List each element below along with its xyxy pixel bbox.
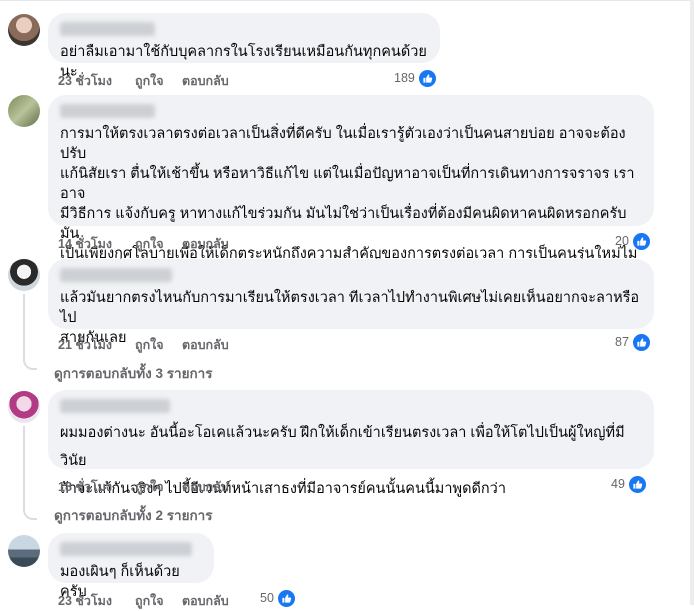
reply-button[interactable]: ตอบกลับ: [182, 335, 229, 355]
thread-connector: [23, 506, 37, 520]
reaction-count: 20: [615, 234, 629, 248]
thread-line: [23, 426, 25, 506]
reaction-count: 189: [394, 71, 415, 85]
comment-text: อย่าลืมเอามาใช้กับบุคลากรในโรงเรียนเหมือ…: [60, 44, 427, 80]
like-thumbs-up-icon: [627, 474, 647, 494]
scrollbar-track[interactable]: [690, 0, 694, 605]
avatar[interactable]: [8, 535, 40, 567]
reaction-summary[interactable]: 87: [615, 332, 651, 352]
reaction-summary[interactable]: 20: [615, 231, 651, 251]
reply-button[interactable]: ตอบกลับ: [182, 591, 229, 611]
author-name-blurred[interactable]: [60, 104, 155, 118]
like-button[interactable]: ถูกใจ: [135, 477, 164, 497]
like-button[interactable]: ถูกใจ: [135, 335, 164, 355]
comment-bubble: มองเผินๆ ก็เห็นด้วยครับ: [48, 533, 214, 600]
avatar[interactable]: [8, 259, 40, 291]
author-name-blurred[interactable]: [60, 399, 170, 413]
avatar[interactable]: [8, 14, 40, 46]
thread-connector: [23, 356, 37, 370]
view-replies-link[interactable]: ดูการตอบกลับทั้ง 2 รายการ: [54, 504, 212, 526]
thread-line: [23, 294, 25, 356]
reaction-count: 87: [615, 335, 629, 349]
comment-timestamp[interactable]: 23 ชั่วโมง: [58, 71, 112, 91]
comment-timestamp[interactable]: 23 ชั่วโมง: [58, 591, 112, 611]
avatar[interactable]: [8, 95, 40, 127]
like-thumbs-up-icon: [631, 332, 651, 352]
reply-button[interactable]: ตอบกลับ: [182, 71, 229, 91]
reaction-count: 49: [611, 477, 625, 491]
author-name-blurred[interactable]: [60, 22, 155, 36]
comment-bubble: การมาให้ตรงเวลาตรงต่อเวลาเป็นสิ่งที่ดีคร…: [48, 95, 654, 282]
reaction-count: 50: [260, 591, 274, 605]
reaction-summary[interactable]: 189: [394, 68, 437, 88]
author-name-blurred[interactable]: [60, 542, 192, 556]
reply-button[interactable]: ตอบกลับ: [182, 234, 229, 254]
reaction-summary[interactable]: 49: [611, 474, 647, 494]
comment-timestamp[interactable]: 21 ชั่วโมง: [58, 335, 112, 355]
reaction-summary[interactable]: 50: [260, 588, 296, 608]
view-replies-link[interactable]: ดูการตอบกลับทั้ง 3 รายการ: [54, 362, 212, 384]
comment-timestamp[interactable]: 18 ชั่วโมง: [58, 477, 112, 497]
reply-button[interactable]: ตอบกลับ: [182, 477, 229, 497]
comment-bubble: อย่าลืมเอามาใช้กับบุคลากรในโรงเรียนเหมือ…: [48, 13, 440, 80]
avatar[interactable]: [8, 391, 40, 423]
comment-timestamp[interactable]: 14 ชั่วโมง: [58, 234, 112, 254]
like-button[interactable]: ถูกใจ: [135, 591, 164, 611]
like-button[interactable]: ถูกใจ: [135, 71, 164, 91]
like-button[interactable]: ถูกใจ: [135, 234, 164, 254]
like-thumbs-up-icon: [417, 68, 437, 88]
top-divider: [0, 0, 694, 1]
like-thumbs-up-icon: [631, 231, 651, 251]
comment-bubble: ผมมองต่างนะ อันนี้อะโอเคแล้วนะครับ ฝึกให…: [48, 390, 654, 497]
comment-bubble: แล้วมันยากตรงไหนกับการมาเรียนให้ตรงเวลา …: [48, 259, 654, 346]
author-name-blurred[interactable]: [60, 268, 172, 282]
